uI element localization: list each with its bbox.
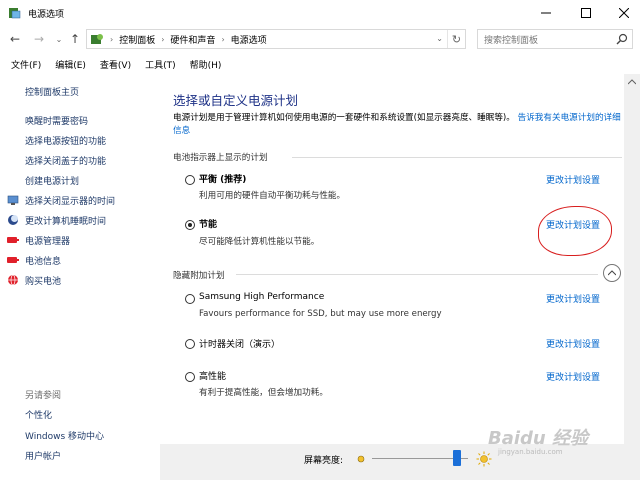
brightness-slider-thumb[interactable] [452,450,461,466]
menu-file[interactable]: 文件(F) [11,58,41,71]
battery-info-icon [7,257,19,263]
sidebar-item-sleep-time[interactable]: 更改计算机睡眠时间 [25,214,106,227]
chevron-up-icon [628,79,636,85]
description-text: 电源计划是用于管理计算机如何使用电源的一套硬件和系统设置(如显示器亮度、睡眠等)… [173,113,515,123]
plan-name-power-saver[interactable]: 节能 [199,217,217,230]
vertical-scrollbar[interactable] [624,74,640,480]
menu-help[interactable]: 帮助(H) [190,58,222,71]
section-hidden-plans[interactable]: 隐藏附加计划 [173,269,225,281]
close-icon [619,8,629,18]
sleep-moon-icon [8,215,18,225]
watermark-url: jingyan.baidu.com [498,448,563,456]
back-button[interactable]: ← [6,30,24,48]
scroll-up-button[interactable] [624,74,640,90]
globe-icon [8,274,18,286]
plan-desc-samsung: Favours performance for SSD, but may use… [199,309,442,319]
sidebar-item-personalization[interactable]: 个性化 [25,408,52,421]
left-pane: 控制面板主页 唤醒时需要密码 选择电源按钮的功能 选择关闭盖子的功能 创建电源计… [0,74,160,480]
arrow-right-icon: → [33,32,45,46]
close-button[interactable] [604,0,640,26]
sidebar-item-power-button[interactable]: 选择电源按钮的功能 [25,134,106,147]
chevron-down-icon: ⌄ [55,34,63,44]
sidebar-item-buy-battery[interactable]: 购买电池 [25,274,61,287]
plan-name-balanced[interactable]: 平衡 (推荐) [199,172,246,185]
window-title: 电源选项 [28,10,65,20]
plan-desc-power-saver: 尽可能降低计算机性能以节能。 [199,237,320,247]
search-box[interactable]: 搜索控制面板 [477,29,633,49]
maximize-icon [581,8,591,18]
main-content: 选择或自定义电源计划 电源计划是用于管理计算机如何使用电源的一套硬件和系统设置(… [160,74,624,444]
breadcrumb-hardware-sound[interactable]: 硬件和声音 [170,33,215,46]
sidebar-item-wake-password[interactable]: 唤醒时需要密码 [25,114,88,127]
section-divider [236,274,598,275]
arrow-left-icon: ← [9,32,21,46]
breadcrumb-separator: › [221,34,225,44]
sidebar-item-mobility-center[interactable]: Windows 移动中心 [25,429,104,442]
bright-sun-icon [476,451,492,467]
chevron-up-icon [608,270,616,276]
minimize-icon [541,12,551,14]
plan-radio-high-performance[interactable] [185,372,195,382]
menu-view[interactable]: 查看(V) [100,58,131,71]
plan-radio-timer-off[interactable] [185,339,195,349]
search-placeholder: 搜索控制面板 [484,35,539,46]
sidebar-item-display-off[interactable]: 选择关闭显示器的时间 [25,194,115,207]
plan-radio-samsung[interactable] [185,294,195,304]
plan-desc-balanced: 利用可用的硬件自动平衡功耗与性能。 [199,191,346,201]
red-annotation-circle [538,206,612,256]
refresh-button[interactable]: ↻ [447,30,465,48]
refresh-icon: ↻ [451,32,462,46]
minimize-button[interactable] [526,0,566,26]
plan-radio-power-saver[interactable] [185,220,195,230]
arrow-up-icon: ↑ [69,32,81,46]
plan-desc-high-performance: 有利于提高性能，但会增加功耗。 [199,388,328,398]
search-icon [616,33,628,45]
sidebar-item-power-manager[interactable]: 电源管理器 [25,234,70,247]
sidebar-item-user-accounts[interactable]: 用户帐户 [25,449,61,462]
battery-manager-icon [7,237,19,243]
change-plan-link-balanced[interactable]: 更改计划设置 [546,173,600,186]
breadcrumb-separator: › [110,34,114,44]
sidebar-item-battery-info[interactable]: 电池信息 [25,254,61,267]
title-bar: 电源选项 [0,0,640,26]
change-plan-link-samsung[interactable]: 更改计划设置 [546,292,600,305]
address-bar-row: ← → ⌄ ↑ › 控制面板 › 硬件和声音 › 电源选项 ⌄ ↻ 搜索控制面板 [0,26,640,52]
sidebar-item-lid-close[interactable]: 选择关闭盖子的功能 [25,154,106,167]
change-plan-link-high-performance[interactable]: 更改计划设置 [546,370,600,383]
control-panel-icon [91,34,103,44]
watermark-logo: Baidu 经验 [488,428,589,449]
forward-button[interactable]: → [30,30,48,48]
dim-sun-icon [357,455,365,463]
display-icon [7,195,19,205]
plan-radio-balanced[interactable] [185,175,195,185]
menu-tools[interactable]: 工具(T) [145,58,176,71]
sidebar-item-create-plan[interactable]: 创建电源计划 [25,174,79,187]
plan-name-timer-off[interactable]: 计时器关闭（演示） [199,337,280,350]
page-description: 电源计划是用于管理计算机如何使用电源的一套硬件和系统设置(如显示器亮度、睡眠等)… [173,112,623,138]
breadcrumb-power-options[interactable]: 电源选项 [231,33,267,46]
breadcrumb-control-panel[interactable]: 控制面板 [119,33,155,46]
up-button[interactable]: ↑ [66,30,84,48]
power-options-icon [9,8,21,19]
maximize-button[interactable] [566,0,606,26]
menu-edit[interactable]: 编辑(E) [55,58,86,71]
plan-name-samsung[interactable]: Samsung High Performance [199,292,324,302]
page-title: 选择或自定义电源计划 [173,93,299,108]
change-plan-link-timer-off[interactable]: 更改计划设置 [546,337,600,350]
collapse-button[interactable] [603,264,621,282]
menu-bar: 文件(F) 编辑(E) 查看(V) 工具(T) 帮助(H) [0,54,640,74]
sidebar-control-panel-home[interactable]: 控制面板主页 [25,85,79,98]
section-battery-plans: 电池指示器上显示的计划 [173,153,268,163]
breadcrumb-separator: › [161,34,165,44]
plan-name-high-performance[interactable]: 高性能 [199,369,226,382]
address-field[interactable]: › 控制面板 › 硬件和声音 › 电源选项 ⌄ ↻ [86,29,466,49]
section-divider [292,157,622,158]
address-dropdown-icon[interactable]: ⌄ [436,34,443,43]
see-also-heading: 另请参阅 [25,391,62,401]
brightness-label: 屏幕亮度: [304,456,344,466]
